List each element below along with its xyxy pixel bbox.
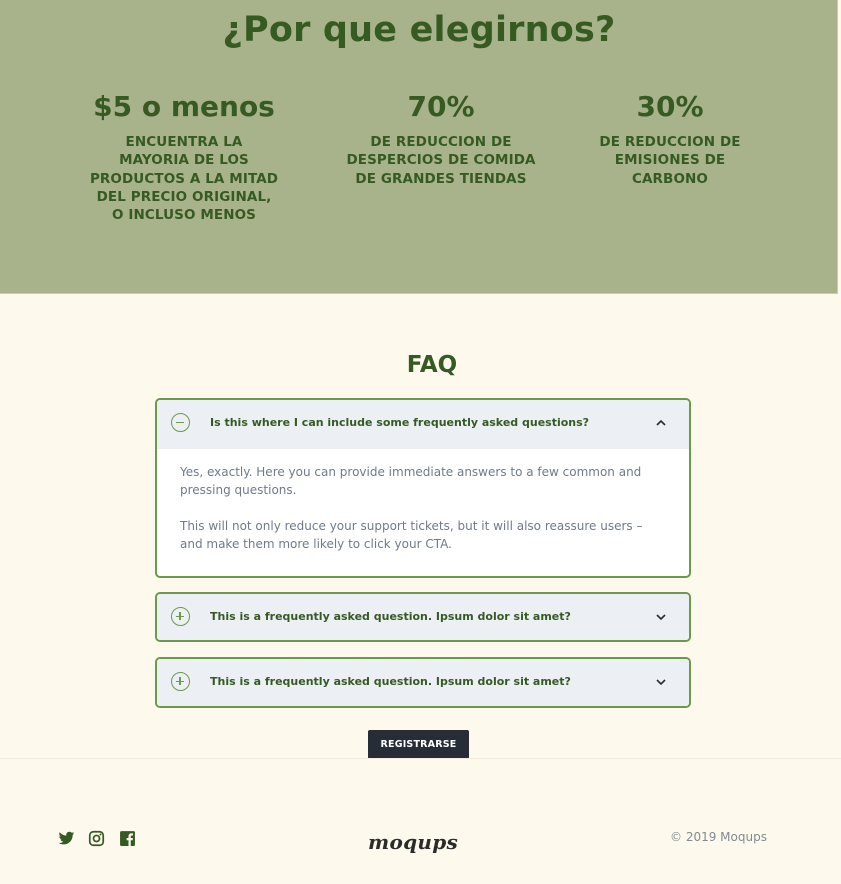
stat-emissions: 30% DE REDUCCION DE EMISIONES DE CARBONO — [575, 90, 765, 188]
stat-value: 70% — [407, 90, 475, 123]
register-button[interactable]: REGISTRARSE — [368, 730, 469, 759]
faq-question: This is a frequently asked question. Ips… — [210, 675, 571, 688]
facebook-icon[interactable] — [119, 830, 136, 847]
stat-value: 30% — [636, 90, 704, 123]
faq-answer-paragraph: Yes, exactly. Here you can provide immed… — [180, 465, 642, 498]
faq-item-3[interactable]: This is a frequently asked question. Ips… — [155, 657, 691, 708]
stat-food-waste: 70% DE REDUCCION DE DESPERCIOS DE COMIDA… — [346, 90, 536, 188]
expand-circle-icon[interactable] — [171, 607, 190, 626]
faq-answer-paragraph: This will not only reduce your support t… — [180, 518, 643, 551]
moqups-logo: moqups — [368, 830, 459, 854]
footer-divider — [0, 758, 841, 759]
faq-item-header[interactable]: This is a frequently asked question. Ips… — [157, 594, 689, 640]
chevron-down-icon[interactable] — [655, 676, 667, 688]
copyright-text: © 2019 Moqups — [670, 830, 767, 844]
why-choose-us-section: ¿Por que elegirnos? $5 o menos ENCUENTRA… — [0, 0, 838, 294]
chevron-up-icon[interactable] — [655, 417, 667, 429]
stat-description: DE REDUCCION DE EMISIONES DE CARBONO — [599, 134, 741, 187]
collapse-circle-icon[interactable] — [171, 413, 190, 432]
faq-question: This is a frequently asked question. Ips… — [210, 610, 571, 623]
faq-answer: Yes, exactly. Here you can provide immed… — [157, 449, 689, 553]
stat-price: $5 o menos ENCUENTRA LA MAYORIA DE LOS P… — [89, 90, 279, 224]
faq-item-2[interactable]: This is a frequently asked question. Ips… — [155, 592, 691, 642]
faq-item-header[interactable]: Is this where I can include some frequen… — [157, 400, 689, 449]
faq-item-header[interactable]: This is a frequently asked question. Ips… — [157, 659, 689, 706]
faq-question: Is this where I can include some frequen… — [210, 416, 590, 429]
stat-description: DE REDUCCION DE DESPERCIOS DE COMIDA DE … — [346, 134, 536, 187]
why-choose-us-title: ¿Por que elegirnos? — [222, 10, 616, 50]
faq-title: FAQ — [406, 352, 458, 378]
twitter-icon[interactable] — [58, 830, 75, 847]
expand-circle-icon[interactable] — [171, 672, 190, 691]
faq-item-1: Is this where I can include some frequen… — [155, 398, 691, 578]
instagram-icon[interactable] — [88, 830, 105, 847]
stat-value: $5 o menos — [93, 90, 275, 123]
stat-description: ENCUENTRA LA MAYORIA DE LOS PRODUCTOS A … — [89, 134, 279, 224]
chevron-down-icon[interactable] — [655, 611, 667, 623]
